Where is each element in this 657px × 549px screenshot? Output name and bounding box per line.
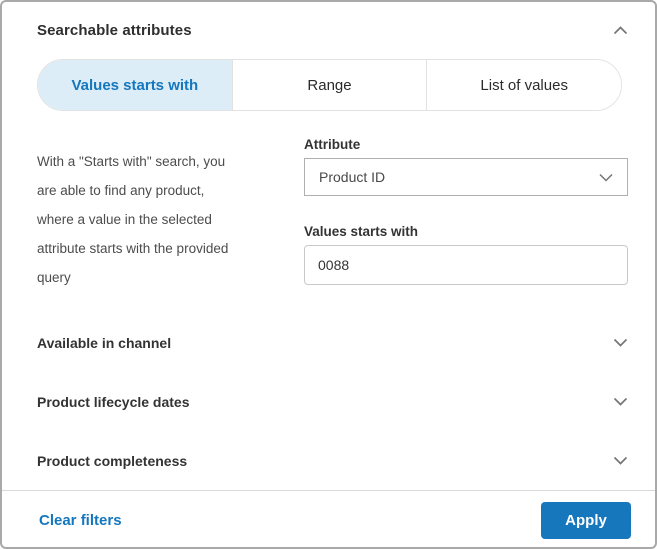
section-product-completeness[interactable]: Product completeness (2, 431, 655, 490)
tab-range[interactable]: Range (231, 60, 427, 110)
chevron-down-icon (613, 456, 628, 465)
chevron-up-icon[interactable] (613, 26, 628, 35)
tab-values-starts-with[interactable]: Values starts with (38, 60, 232, 110)
values-starts-with-label: Values starts with (304, 224, 419, 239)
starts-with-content: With a "Starts with" search, you are abl… (2, 111, 655, 292)
chevron-down-icon (599, 173, 613, 182)
description-line: where a value in the selected (37, 212, 212, 227)
search-mode-tabbar: Values starts with Range List of values (37, 59, 622, 111)
chevron-down-icon (613, 397, 628, 406)
searchable-attributes-header[interactable]: Searchable attributes (2, 2, 655, 39)
tab-list-of-values[interactable]: List of values (426, 60, 621, 110)
description-line: With a "Starts with" search, you (37, 154, 226, 169)
section-label: Available in channel (37, 334, 172, 351)
clear-filters-link[interactable]: Clear filters (39, 512, 122, 529)
section-product-lifecycle-dates[interactable]: Product lifecycle dates (2, 372, 655, 431)
chevron-down-icon (613, 338, 628, 347)
section-available-in-channel[interactable]: Available in channel (2, 313, 655, 372)
filter-sections: Available in channel Product lifecycle d… (2, 313, 655, 490)
attribute-selected-value: Product ID (319, 169, 386, 185)
starts-with-form: Attribute Product ID Values starts with (304, 137, 628, 292)
section-title: Searchable attributes (37, 22, 192, 39)
apply-button[interactable]: Apply (541, 501, 631, 539)
filter-panel: Searchable attributes Values starts with… (0, 0, 657, 549)
starts-with-description: With a "Starts with" search, you are abl… (37, 137, 269, 292)
description-line: query (37, 270, 71, 285)
attribute-label: Attribute (304, 137, 361, 152)
attribute-select[interactable]: Product ID (304, 158, 628, 196)
section-label: Product lifecycle dates (37, 393, 190, 410)
description-line: are able to find any product, (37, 183, 205, 198)
section-label: Product completeness (37, 452, 188, 469)
description-line: attribute starts with the provided (37, 241, 229, 256)
values-starts-with-input[interactable] (304, 245, 628, 285)
filter-footer: Clear filters Apply (2, 490, 655, 547)
